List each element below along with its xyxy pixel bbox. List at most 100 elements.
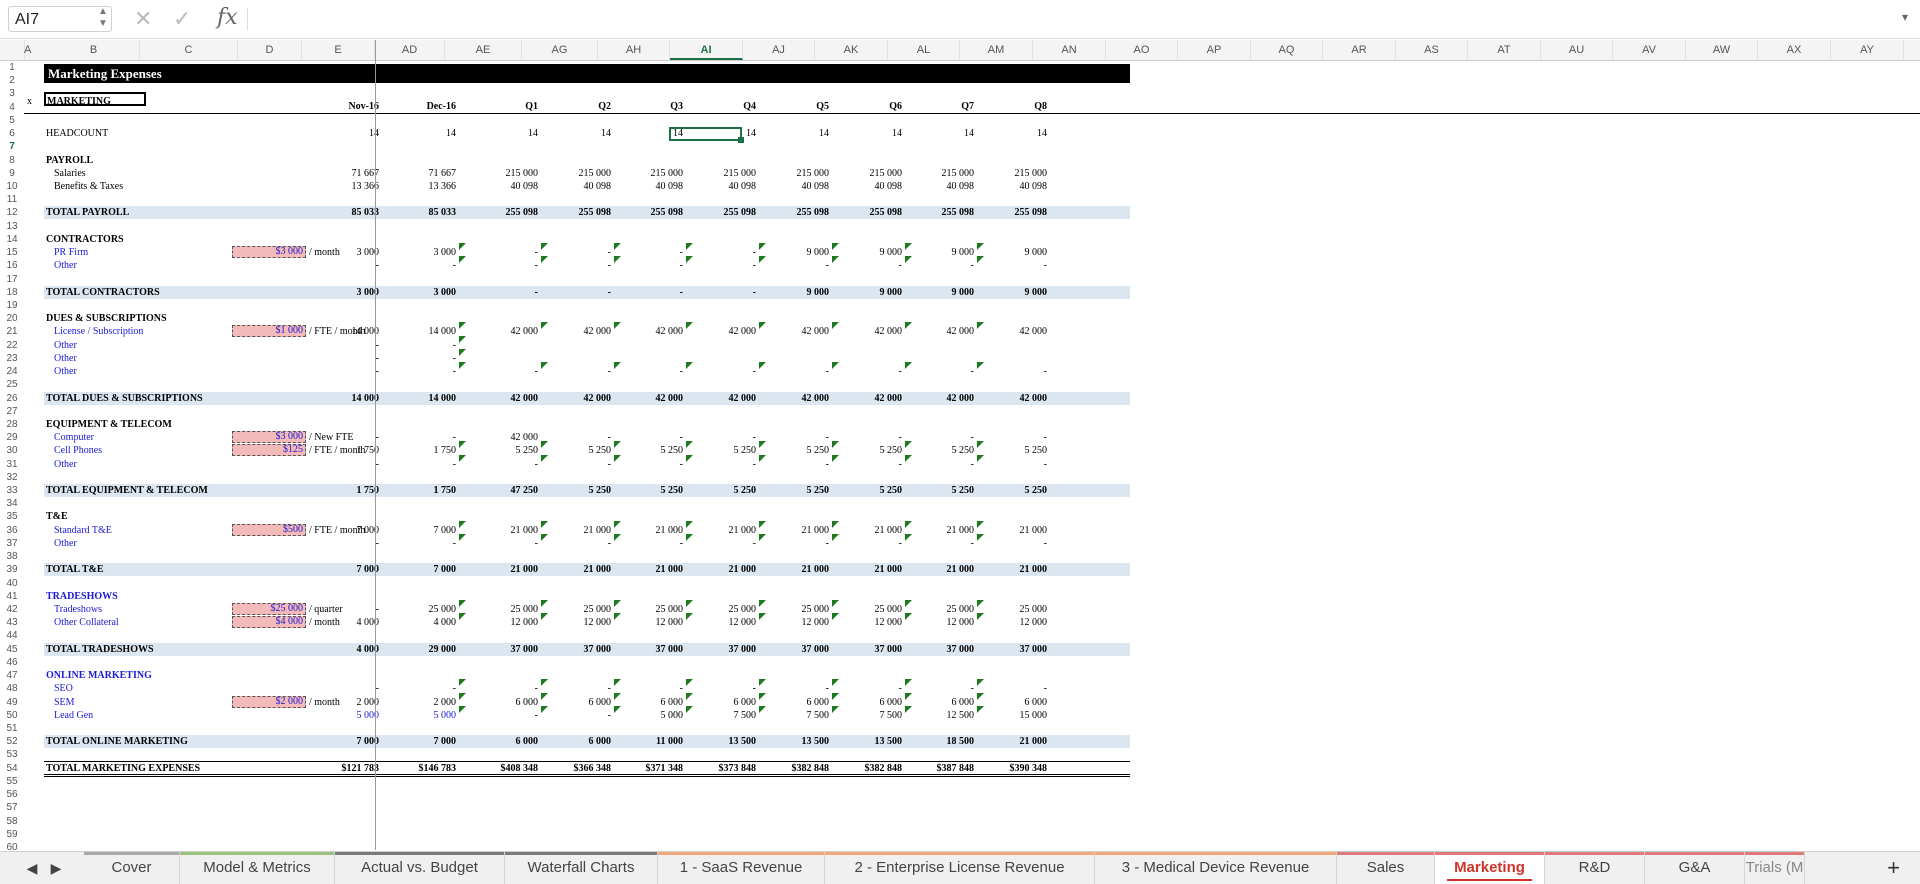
value-cell[interactable]: 42 000	[920, 392, 975, 405]
row-header-26[interactable]: 26	[0, 392, 24, 405]
column-header-aj[interactable]: AJ	[743, 40, 815, 60]
value-cell[interactable]: 42 000	[993, 392, 1048, 405]
value-cell[interactable]: 215 000	[848, 167, 903, 180]
row-header-35[interactable]: 35	[0, 510, 24, 523]
value-cell[interactable]: 3 000	[325, 286, 380, 299]
value-cell[interactable]: 12 000	[702, 616, 757, 629]
value-cell[interactable]: 42 000	[848, 392, 903, 405]
row-header-4[interactable]: 4	[0, 101, 24, 114]
row-header-44[interactable]: 44	[0, 629, 24, 642]
row-header-40[interactable]: 40	[0, 577, 24, 590]
value-cell[interactable]: 13 366	[402, 180, 457, 193]
value-cell[interactable]: 25 000	[484, 603, 539, 616]
value-cell[interactable]: -	[702, 365, 756, 378]
value-cell[interactable]: 9 000	[848, 286, 903, 299]
sheet-tab-r-d[interactable]: R&D	[1545, 852, 1645, 884]
value-cell[interactable]: 5 250	[557, 444, 612, 457]
sheet-tab-actual-vs-budget[interactable]: Actual vs. Budget	[335, 852, 505, 884]
column-header-ak[interactable]: AK	[815, 40, 888, 60]
value-cell[interactable]: 9 000	[993, 286, 1048, 299]
value-cell[interactable]: 42 000	[484, 325, 539, 338]
value-cell[interactable]: 3 000	[325, 246, 380, 259]
value-cell[interactable]: -	[557, 286, 611, 299]
value-cell[interactable]: 14 000	[402, 325, 457, 338]
value-cell[interactable]: 42 000	[775, 392, 830, 405]
value-cell[interactable]: 14	[557, 127, 611, 140]
row-header-49[interactable]: 49	[0, 696, 24, 709]
value-cell[interactable]: 37 000	[920, 643, 975, 656]
value-cell[interactable]: 215 000	[629, 167, 684, 180]
value-cell[interactable]: 12 500	[920, 709, 975, 722]
column-header-ae[interactable]: AE	[445, 40, 522, 60]
value-cell[interactable]: 40 098	[484, 180, 539, 193]
value-cell[interactable]: -	[484, 709, 538, 722]
column-header-av[interactable]: AV	[1613, 40, 1686, 60]
value-cell[interactable]: -	[557, 458, 611, 471]
value-cell[interactable]: 25 000	[629, 603, 684, 616]
value-cell[interactable]: 5 000	[629, 709, 684, 722]
row-header-38[interactable]: 38	[0, 550, 24, 563]
value-cell[interactable]: 12 000	[557, 616, 612, 629]
assumption-input[interactable]: $500	[232, 523, 306, 536]
value-cell[interactable]: -	[775, 365, 829, 378]
next-sheet-icon[interactable]: ▶	[44, 852, 68, 884]
row-header-17[interactable]: 17	[0, 273, 24, 286]
value-cell[interactable]: -	[484, 537, 538, 550]
value-cell[interactable]: 37 000	[484, 643, 539, 656]
assumption-input[interactable]: $4 000	[232, 616, 306, 629]
value-cell[interactable]: 6 000	[775, 696, 830, 709]
value-cell[interactable]: 7 000	[325, 735, 380, 748]
value-cell[interactable]: -	[993, 537, 1047, 550]
value-cell[interactable]: 21 000	[848, 524, 903, 537]
column-header-am[interactable]: AM	[960, 40, 1033, 60]
row-header-59[interactable]: 59	[0, 828, 24, 841]
column-header-ah[interactable]: AH	[598, 40, 670, 60]
value-cell[interactable]: 14 000	[325, 325, 380, 338]
value-cell[interactable]: 255 098	[557, 206, 612, 219]
value-cell[interactable]: 40 098	[702, 180, 757, 193]
value-cell[interactable]: 21 000	[993, 735, 1048, 748]
value-cell[interactable]: -	[484, 458, 538, 471]
value-cell[interactable]: -	[920, 458, 974, 471]
value-cell[interactable]: 42 000	[484, 431, 539, 444]
row-header-20[interactable]: 20	[0, 312, 24, 325]
row-header-18[interactable]: 18	[0, 286, 24, 299]
assumption-input[interactable]: $3 000	[232, 431, 306, 444]
value-cell[interactable]: -	[557, 365, 611, 378]
value-cell[interactable]: -	[702, 246, 756, 259]
value-cell[interactable]: 12 000	[484, 616, 539, 629]
value-cell[interactable]: 25 000	[557, 603, 612, 616]
prev-sheet-icon[interactable]: ◀	[20, 852, 44, 884]
row-header-39[interactable]: 39	[0, 563, 24, 576]
column-header-aw[interactable]: AW	[1686, 40, 1758, 60]
value-cell[interactable]: -	[848, 537, 902, 550]
expand-formula-bar-icon[interactable]: ▾	[1902, 10, 1908, 24]
value-cell[interactable]: $366 348	[557, 762, 612, 775]
value-cell[interactable]: 14 000	[325, 392, 380, 405]
value-cell[interactable]: 5 250	[993, 444, 1048, 457]
value-cell[interactable]: -	[402, 259, 456, 272]
column-header-as[interactable]: AS	[1396, 40, 1468, 60]
value-cell[interactable]: $408 348	[484, 762, 539, 775]
row-header-14[interactable]: 14	[0, 233, 24, 246]
insert-function-icon[interactable]: fx	[217, 5, 238, 30]
column-header-ay[interactable]: AY	[1831, 40, 1904, 60]
value-cell[interactable]: 2 000	[325, 696, 380, 709]
row-header-16[interactable]: 16	[0, 259, 24, 272]
column-header-c[interactable]: C	[140, 40, 238, 60]
value-cell[interactable]: 21 000	[993, 524, 1048, 537]
assumption-input[interactable]: $2 000	[232, 695, 306, 708]
value-cell[interactable]: 5 250	[993, 484, 1048, 497]
value-cell[interactable]: -	[920, 537, 974, 550]
formula-input[interactable]	[255, 6, 1875, 32]
value-cell[interactable]: 215 000	[993, 167, 1048, 180]
cancel-formula-icon[interactable]: ✕	[134, 6, 152, 32]
value-cell[interactable]: 21 000	[993, 563, 1048, 576]
value-cell[interactable]: 14	[484, 127, 538, 140]
value-cell[interactable]: 255 098	[848, 206, 903, 219]
value-cell[interactable]: -	[402, 431, 456, 444]
value-cell[interactable]: -	[557, 246, 611, 259]
column-header-ap[interactable]: AP	[1178, 40, 1251, 60]
value-cell[interactable]: 21 000	[702, 563, 757, 576]
column-header-ai[interactable]: AI	[670, 40, 743, 60]
